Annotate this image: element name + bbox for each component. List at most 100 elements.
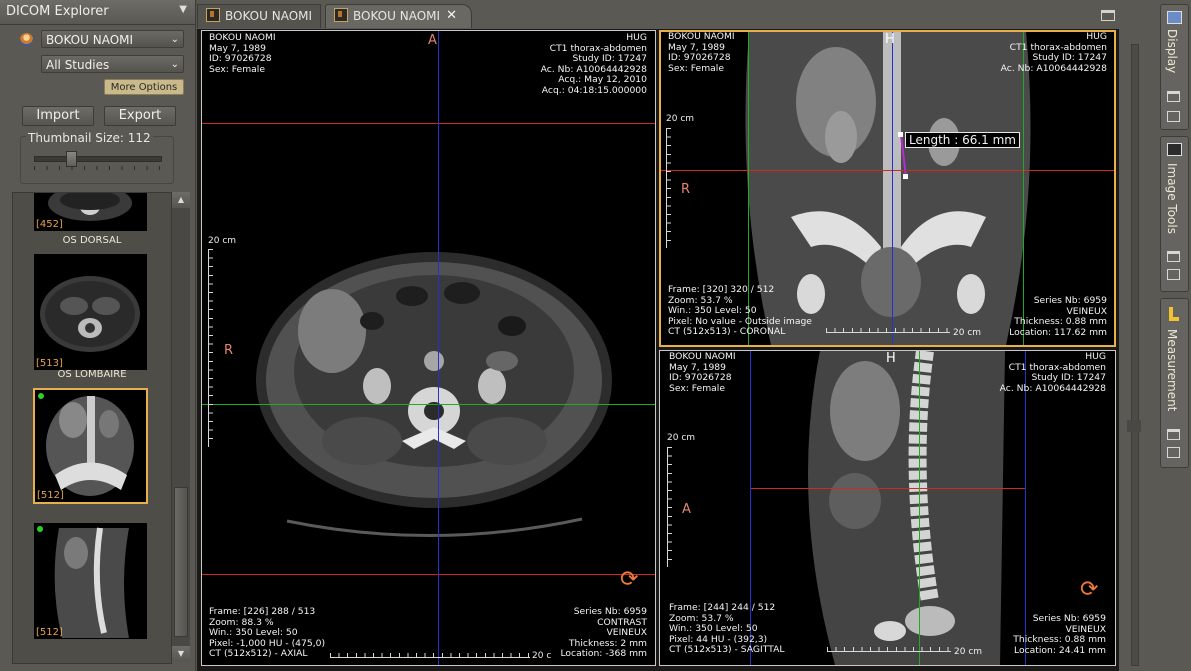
vertical-ruler bbox=[667, 447, 676, 567]
accession-number: Ac. Nb: A10064442928 bbox=[1000, 62, 1107, 74]
series-thumbnail-selected[interactable]: [512] bbox=[33, 388, 148, 504]
restore-icon[interactable] bbox=[1167, 111, 1180, 122]
studies-select-value: All Studies bbox=[46, 58, 110, 72]
scrollbar-thumb[interactable] bbox=[174, 487, 188, 637]
dock-slider-handle[interactable] bbox=[1127, 420, 1141, 432]
series-thumbnail[interactable]: [452] bbox=[34, 193, 147, 231]
study-id: Study ID: 17247 bbox=[572, 53, 647, 65]
frame: Frame: [320] 320 / 512 bbox=[668, 284, 775, 295]
thumbnail-size-handle[interactable] bbox=[66, 151, 77, 167]
patient-info: BOKOU NAOMI May 7, 1989 ID: 97026728 Sex… bbox=[669, 351, 736, 394]
slice-location: Location: 117.62 mm bbox=[1009, 326, 1107, 338]
minimize-icon[interactable] bbox=[1167, 251, 1180, 262]
vertical-scale-label: 20 cm bbox=[208, 236, 237, 246]
zoom: Zoom: 53.7 % bbox=[669, 612, 734, 624]
vertical-ruler bbox=[666, 128, 675, 248]
minimize-icon[interactable] bbox=[1101, 10, 1115, 21]
tab-bokou-naomi-1[interactable]: BOKOU NAOMI bbox=[197, 4, 321, 28]
patient-select[interactable]: BOKOU NAOMI ⌄ bbox=[41, 30, 184, 48]
patient-name: BOKOU NAOMI bbox=[669, 351, 736, 362]
crosshair-horizontal[interactable] bbox=[202, 404, 655, 405]
export-button[interactable]: Export bbox=[104, 106, 176, 126]
patient-sex: Sex: Female bbox=[669, 382, 725, 394]
display-panel-tab[interactable]: Display bbox=[1160, 4, 1189, 130]
study-info: HUG CT1 thorax-abdomen Study ID: 17247 A… bbox=[1001, 32, 1107, 74]
crosshair-vertical[interactable] bbox=[919, 351, 920, 665]
patient-icon bbox=[20, 33, 33, 46]
restore-icon[interactable] bbox=[1167, 447, 1180, 458]
coronal-view[interactable]: Length : 66.1 mm BOKOU NAOMI May 7, 1989… bbox=[659, 30, 1116, 347]
viewer-tabbar: BOKOU NAOMI BOKOU NAOMI ✕ bbox=[197, 0, 1157, 29]
sync-icon[interactable]: ⟳ bbox=[1080, 577, 1098, 602]
measurement-icon bbox=[1169, 307, 1179, 321]
sagittal-view[interactable]: BOKOU NAOMI May 7, 1989 ID: 97026728 Sex… bbox=[659, 350, 1116, 666]
crosshair-horizontal[interactable] bbox=[202, 123, 655, 124]
thumbnail-count: [512] bbox=[36, 627, 63, 638]
pixel-value: Pixel: 44 HU - (392,3) bbox=[669, 633, 768, 645]
tab-bokou-naomi-2[interactable]: BOKOU NAOMI ✕ bbox=[325, 4, 472, 28]
thumbnail-count: [512] bbox=[37, 490, 64, 501]
horizontal-ruler bbox=[826, 324, 950, 333]
minimize-icon[interactable] bbox=[1167, 91, 1180, 102]
study-description: CT1 thorax-abdomen bbox=[1008, 361, 1106, 373]
sync-icon[interactable]: ⟳ bbox=[620, 567, 638, 592]
patient-select-value: BOKOU NAOMI bbox=[46, 33, 134, 47]
scroll-down-icon[interactable]: ▼ bbox=[172, 646, 190, 662]
study-id: Study ID: 17247 bbox=[1032, 52, 1107, 64]
restore-icon[interactable] bbox=[1167, 269, 1180, 280]
display-icon bbox=[1167, 11, 1182, 24]
crosshair-horizontal[interactable] bbox=[661, 170, 1114, 171]
thumbnail-count: [513] bbox=[36, 358, 63, 369]
series-desc-1: CONTRAST bbox=[597, 616, 647, 628]
thumbnail-scrollbar[interactable]: ▲ ▼ bbox=[171, 192, 190, 662]
view-type: CT (512x513) - SAGITTAL bbox=[669, 644, 785, 656]
crosshair-vertical[interactable] bbox=[892, 32, 893, 345]
slice-location: Location: 24.41 mm bbox=[1014, 644, 1106, 656]
tab-label: BOKOU NAOMI bbox=[353, 9, 441, 23]
axial-view[interactable]: BOKOU NAOMI May 7, 1989 ID: 97026728 Sex… bbox=[201, 30, 656, 666]
orientation-left: R bbox=[224, 343, 234, 358]
measurement-panel-tab[interactable]: Measurement bbox=[1160, 298, 1189, 468]
import-button[interactable]: Import bbox=[22, 106, 94, 126]
crosshair-vertical[interactable] bbox=[438, 31, 439, 665]
explorer-title: DICOM Explorer bbox=[6, 4, 109, 19]
close-icon[interactable]: ✕ bbox=[446, 5, 457, 27]
measurement-label: Measurement bbox=[1165, 329, 1179, 412]
horizontal-scale-label: 20 cm bbox=[954, 647, 983, 657]
thumbnail-size-slider[interactable] bbox=[34, 156, 162, 162]
series-number: Series Nb: 6959 bbox=[573, 606, 647, 617]
window-level: Win.: 350 Level: 50 bbox=[209, 627, 298, 639]
study-id: Study ID: 17247 bbox=[1031, 372, 1106, 384]
series-thumbnail[interactable]: [512] bbox=[34, 523, 147, 639]
image-tools-panel-tab[interactable]: Image Tools bbox=[1160, 136, 1189, 292]
more-options-button[interactable]: More Options bbox=[104, 79, 184, 95]
image-info: Frame: [226] 288 / 513 Zoom: 88.3 % Win.… bbox=[209, 606, 326, 660]
series-thumbnail[interactable]: [513] bbox=[34, 254, 147, 370]
study-description: CT1 thorax-abdomen bbox=[549, 42, 647, 54]
patient-id: ID: 97026728 bbox=[669, 372, 732, 384]
study-info: HUG CT1 thorax-abdomen Study ID: 17247 A… bbox=[541, 32, 647, 97]
minimize-icon[interactable] bbox=[1167, 429, 1180, 440]
thumbnail-image bbox=[46, 396, 134, 496]
image-info: Frame: [244] 244 / 512 Zoom: 53.7 % Win.… bbox=[669, 602, 785, 656]
crosshair-horizontal[interactable] bbox=[202, 574, 655, 575]
patient-id: ID: 97026728 bbox=[668, 52, 731, 64]
series-desc-2: VEINEUX bbox=[606, 627, 648, 639]
pixel-value: Pixel: -1,000 HU - (475,0) bbox=[209, 637, 326, 649]
crosshair-horizontal[interactable] bbox=[750, 488, 1026, 489]
series-number: Series Nb: 6959 bbox=[1033, 295, 1107, 306]
measurement-label[interactable]: Length : 66.1 mm bbox=[905, 132, 1020, 148]
scroll-up-icon[interactable]: ▲ bbox=[172, 192, 190, 208]
dock-slider[interactable] bbox=[1131, 44, 1139, 666]
studies-select[interactable]: All Studies ⌄ bbox=[41, 55, 184, 73]
vertical-scale-label: 20 cm bbox=[666, 114, 695, 124]
view-type: CT (512x512) - AXIAL bbox=[209, 648, 308, 660]
chevron-down-icon[interactable]: ▼ bbox=[179, 4, 187, 15]
dicom-explorer-panel: DICOM Explorer ▼ BOKOU NAOMI ⌄ All Studi… bbox=[0, 0, 196, 671]
vertical-ruler bbox=[208, 249, 217, 447]
window-level: Win.: 350 Level: 50 bbox=[668, 305, 757, 317]
patient-dob: May 7, 1989 bbox=[669, 361, 726, 373]
orientation-top: A bbox=[428, 33, 437, 48]
display-label: Display bbox=[1165, 29, 1179, 74]
loaded-indicator bbox=[38, 393, 44, 399]
